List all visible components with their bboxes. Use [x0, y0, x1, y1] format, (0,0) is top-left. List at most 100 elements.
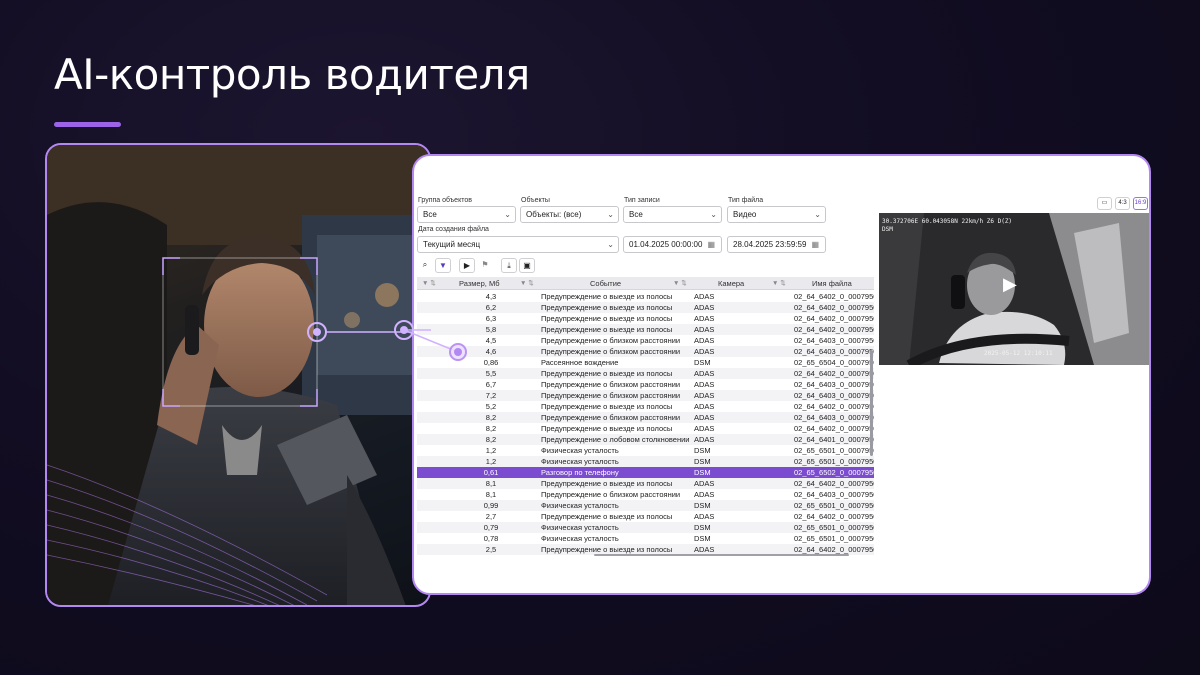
cell-camera: ADAS [694, 303, 715, 312]
play-icon[interactable]: ▶ [1003, 275, 1017, 293]
table-body: 4,3 Предупреждение о выезде из полосы ADAS… [417, 291, 874, 555]
table-row[interactable]: 6,7 Предупреждение о близком расстоянии AD… [417, 379, 874, 390]
cell-camera: ADAS [694, 479, 715, 488]
cell-size: 0,78 [483, 534, 499, 543]
cell-camera: ADAS [694, 325, 715, 334]
play-icon: ▶ [463, 261, 471, 270]
flag-button[interactable]: ⚑ [477, 258, 493, 273]
table-row[interactable]: 5,5 Предупреждение о выезде из полосы ADAS… [417, 368, 874, 379]
cell-camera: ADAS [694, 380, 715, 389]
column-camera[interactable]: Камера [718, 277, 744, 290]
cell-file: 02_64_6402_0_0007950 [794, 512, 874, 521]
save-button[interactable]: ▣ [519, 258, 535, 273]
cell-event: Рассеянное вождение [541, 358, 619, 367]
cell-size: 0,79 [483, 523, 499, 532]
file-type-select[interactable]: Видео ⌄ [727, 206, 826, 223]
vertical-scrollbar[interactable] [870, 350, 873, 456]
date-to-input[interactable]: 28.04.2025 23:59:59 ▦ [727, 236, 826, 253]
cell-file: 02_65_6504_0_0007950 [794, 358, 874, 367]
chevron-down-icon: ⌄ [814, 210, 821, 219]
download-button[interactable]: ⤓ [501, 258, 517, 273]
cell-file: 02_64_6403_0_0007950 [794, 336, 874, 345]
cell-camera: ADAS [694, 490, 715, 499]
cell-camera: DSM [694, 457, 711, 466]
chevron-down-icon: ⌄ [607, 240, 614, 249]
cell-size: 0,61 [483, 468, 499, 477]
video-player[interactable]: 30.372706E 60.043058N 22km/h Z6 D(Z) DSM… [879, 213, 1149, 365]
cell-size: 5,2 [485, 402, 497, 411]
table-row[interactable]: 4,6 Предупреждение о близком расстоянии AD… [417, 346, 874, 357]
table-row[interactable]: 8,1 Предупреждение о близком расстоянии AD… [417, 489, 874, 500]
cell-file: 02_64_6402_0_0007950 [794, 292, 874, 301]
cell-size: 4,3 [485, 292, 497, 301]
table-row[interactable]: 8,2 Предупреждение о близком расстоянии AD… [417, 412, 874, 423]
cell-event: Физическая усталость [541, 457, 619, 466]
camera-view-button[interactable]: ▭ [1097, 197, 1112, 210]
app-window: Группа объектов Все ⌄ Объекты Объекты: (в… [412, 154, 1151, 595]
cell-file: 02_64_6403_0_0007950 [794, 490, 874, 499]
objects-select[interactable]: Объекты: (все) ⌄ [520, 206, 619, 223]
title-underline [54, 122, 121, 127]
column-file[interactable]: Имя файла [812, 277, 852, 290]
cell-event: Предупреждение о выезде из полосы [541, 292, 673, 301]
cell-camera: ADAS [694, 391, 715, 400]
cell-event: Предупреждение о близком расстоянии [541, 391, 681, 400]
cell-size: 5,8 [485, 325, 497, 334]
cell-event: Предупреждение о близком расстоянии [541, 347, 681, 356]
table-row[interactable]: 1,2 Физическая усталость DSM 02_65_6501_0_0… [417, 456, 874, 467]
column-event[interactable]: Событие [590, 277, 621, 290]
cell-size: 4,6 [485, 347, 497, 356]
table-row[interactable]: 0,99 Физическая усталость DSM 02_65_6501_0_… [417, 500, 874, 511]
cell-file: 02_64_6403_0_0007950 [794, 413, 874, 422]
cell-camera: DSM [694, 468, 711, 477]
horizontal-scrollbar[interactable] [594, 554, 849, 556]
table-row[interactable]: 6,3 Предупреждение о выезде из полосы ADAS… [417, 313, 874, 324]
search-button[interactable]: ⌕ [417, 258, 433, 273]
table-row[interactable]: 8,2 Предупреждение о выезде из полосы ADAS… [417, 423, 874, 434]
osd-timestamp: 2025-05-12 12:10:11 [984, 350, 1053, 357]
cell-camera: DSM [694, 446, 711, 455]
chevron-down-icon: ⌄ [504, 210, 511, 219]
cell-file: 02_65_6501_0_0007950 [794, 446, 874, 455]
table-row[interactable]: 5,8 Предупреждение о выезде из полосы ADAS… [417, 324, 874, 335]
cell-file: 02_64_6402_0_0007950 [794, 314, 874, 323]
filter-button[interactable]: ▼ [435, 258, 451, 273]
objects-label: Объекты [521, 197, 550, 204]
object-group-select[interactable]: Все ⌄ [417, 206, 516, 223]
table-row[interactable]: 8,2 Предупреждение о лобовом столкновении… [417, 434, 874, 445]
ratio-16-9-button[interactable]: 16:9 [1133, 197, 1148, 210]
table-row[interactable]: 1,2 Физическая усталость DSM 02_65_6501_0_0… [417, 445, 874, 456]
camera-icon: ▭ [1101, 200, 1108, 206]
cell-camera: ADAS [694, 347, 715, 356]
table-row[interactable]: 7,2 Предупреждение о близком расстоянии AD… [417, 390, 874, 401]
file-type-label: Тип файла [728, 197, 764, 204]
table-row[interactable]: 0,61 Разговор по телефону DSM 02_65_6502_0_… [417, 467, 874, 478]
table-row[interactable]: 0,86 Рассеянное вождение DSM 02_65_6504_0_0… [417, 357, 874, 368]
table-row[interactable]: 0,78 Физическая усталость DSM 02_65_6501_0_… [417, 533, 874, 544]
record-type-select[interactable]: Все ⌄ [623, 206, 722, 223]
cell-event: Предупреждение о близком расстоянии [541, 380, 681, 389]
file-date-label: Дата создания файла [418, 226, 489, 233]
osd-channel: DSM [882, 226, 893, 233]
table-row[interactable]: 6,2 Предупреждение о выезде из полосы ADAS… [417, 302, 874, 313]
cell-event: Предупреждение о выезде из полосы [541, 314, 673, 323]
driver-photo [45, 143, 431, 607]
ratio-4-3-button[interactable]: 4:3 [1115, 197, 1130, 210]
table-row[interactable]: 5,2 Предупреждение о выезде из полосы ADAS… [417, 401, 874, 412]
table-row[interactable]: 4,3 Предупреждение о выезде из полосы ADAS… [417, 291, 874, 302]
events-table: ▼ ⇅ Размер, Мб ▼ ⇅ Событие ▼ ⇅ Камера ▼ … [417, 277, 874, 558]
cell-event: Предупреждение о лобовом столкновении [541, 435, 690, 444]
search-icon: ⌕ [422, 260, 428, 269]
table-row[interactable]: 0,79 Физическая усталость DSM 02_65_6501_0_… [417, 522, 874, 533]
cell-size: 8,2 [485, 424, 497, 433]
table-row[interactable]: 4,5 Предупреждение о близком расстоянии AD… [417, 335, 874, 346]
filter-icon: ▼ ⇅ [422, 280, 436, 287]
date-from-input[interactable]: 01.04.2025 00:00:00 ▦ [623, 236, 722, 253]
column-size[interactable]: Размер, Мб [459, 277, 500, 290]
table-row[interactable]: 2,7 Предупреждение о выезде из полосы ADAS… [417, 511, 874, 522]
file-date-select[interactable]: Текущий месяц ⌄ [417, 236, 619, 253]
table-row[interactable]: 8,1 Предупреждение о выезде из полосы ADAS… [417, 478, 874, 489]
play-button[interactable]: ▶ [459, 258, 475, 273]
cell-size: 8,2 [485, 413, 497, 422]
cell-camera: ADAS [694, 314, 715, 323]
